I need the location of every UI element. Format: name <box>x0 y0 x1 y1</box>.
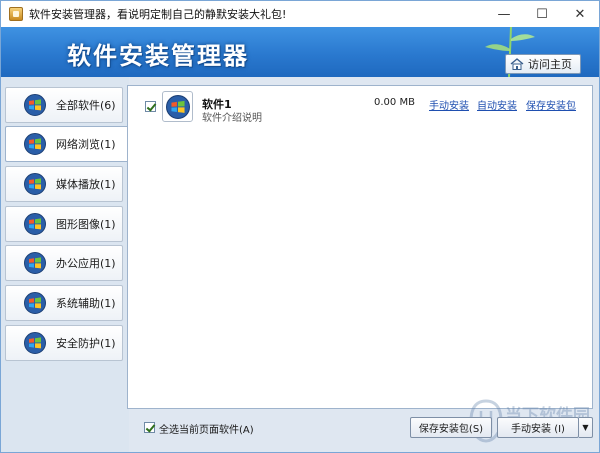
windows-logo-icon <box>24 252 46 274</box>
home-icon <box>510 58 524 70</box>
visit-homepage-label: 访问主页 <box>528 58 572 71</box>
sidebar-item-system[interactable]: 系统辅助(1) <box>5 285 123 321</box>
select-all-label[interactable]: 全选当前页面软件(A) <box>159 421 254 436</box>
sidebar-item-label: 全部软件(6) <box>56 99 116 112</box>
sidebar-item-security[interactable]: 安全防护(1) <box>5 325 123 361</box>
windows-logo-icon <box>24 213 46 235</box>
save-package-button[interactable]: 保存安装包(S) <box>410 417 492 438</box>
maximize-button[interactable]: ☐ <box>523 1 561 27</box>
sidebar-item-label: 系统辅助(1) <box>56 297 116 310</box>
software-description: 软件介绍说明 <box>202 113 262 124</box>
sidebar-item-label: 网络浏览(1) <box>56 138 116 151</box>
minimize-button[interactable]: — <box>485 1 523 27</box>
sidebar-item-label: 图形图像(1) <box>56 218 116 231</box>
software-checkbox[interactable] <box>145 101 156 112</box>
visit-homepage-button[interactable]: 访问主页 <box>505 54 581 74</box>
sidebar-item-web-browsing[interactable]: 网络浏览(1) <box>5 126 129 162</box>
title-bar: 软件安装管理器，看说明定制自己的静默安装大礼包! — ☐ ✕ <box>1 1 599 27</box>
auto-install-link[interactable]: 自动安装 <box>477 97 517 112</box>
category-sidebar: 全部软件(6) 网络浏览(1) 媒体播放(1) 图形图像(1) 办公应用(1) … <box>1 77 129 452</box>
close-button[interactable]: ✕ <box>561 1 599 27</box>
software-row: 软件1 软件介绍说明 0.00 MB 手动安装 自动安装 保存安装包 <box>128 86 592 128</box>
app-window: 软件安装管理器，看说明定制自己的静默安装大礼包! — ☐ ✕ 软件安装管理器 访… <box>0 0 600 453</box>
save-package-link[interactable]: 保存安装包 <box>526 97 576 112</box>
sidebar-item-label: 办公应用(1) <box>56 257 116 270</box>
manual-install-button[interactable]: 手动安装 (I) <box>497 417 579 438</box>
windows-logo-icon <box>24 133 46 155</box>
windows-logo-icon <box>165 94 190 119</box>
banner-title: 软件安装管理器 <box>67 42 249 70</box>
manual-install-link[interactable]: 手动安装 <box>429 97 469 112</box>
windows-logo-icon <box>24 332 46 354</box>
sidebar-item-all[interactable]: 全部软件(6) <box>5 87 123 123</box>
window-controls: — ☐ ✕ <box>485 1 599 27</box>
sidebar-item-label: 媒体播放(1) <box>56 178 116 191</box>
software-list-panel: 软件1 软件介绍说明 0.00 MB 手动安装 自动安装 保存安装包 <box>127 85 593 409</box>
software-size: 0.00 MB <box>374 97 415 108</box>
window-title: 软件安装管理器，看说明定制自己的静默安装大礼包! <box>29 8 287 21</box>
app-box-icon <box>9 7 23 21</box>
windows-logo-icon <box>24 94 46 116</box>
windows-logo-icon <box>24 173 46 195</box>
header-banner: 软件安装管理器 访问主页 <box>1 27 599 77</box>
sidebar-item-label: 安全防护(1) <box>56 337 116 350</box>
windows-logo-icon <box>24 292 46 314</box>
sidebar-item-media[interactable]: 媒体播放(1) <box>5 166 123 202</box>
sidebar-item-graphics[interactable]: 图形图像(1) <box>5 206 123 242</box>
sidebar-item-office[interactable]: 办公应用(1) <box>5 245 123 281</box>
select-all-checkbox[interactable] <box>144 422 155 433</box>
install-dropdown-button[interactable]: ▼ <box>579 417 593 438</box>
software-icon-frame <box>162 91 193 122</box>
